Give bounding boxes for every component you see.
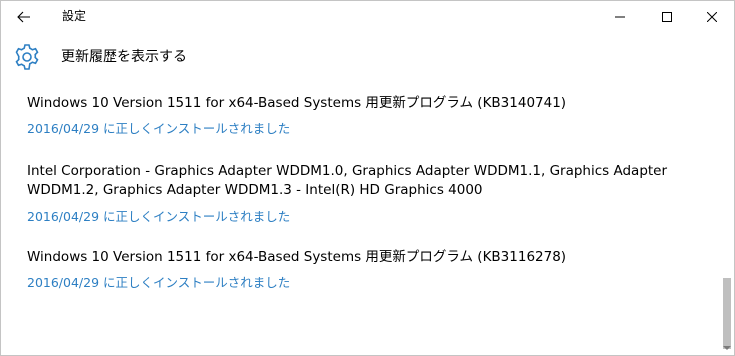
- scroll-down-arrow-icon[interactable]: [723, 344, 731, 352]
- vertical-scrollbar[interactable]: [721, 82, 733, 354]
- update-history-list: Windows 10 Version 1511 for x64-Based Sy…: [1, 82, 719, 355]
- gear-icon: [15, 44, 39, 70]
- list-item: Windows 10 Version 1511 for x64-Based Sy…: [27, 94, 687, 137]
- page-title: 更新履歴を表示する: [61, 49, 187, 65]
- window-title: 設定: [62, 9, 87, 23]
- maximize-icon: [662, 11, 672, 22]
- close-icon: [707, 11, 717, 22]
- update-status-link[interactable]: 2016/04/29 に正しくインストールされました: [27, 121, 687, 137]
- minimize-icon: [615, 16, 625, 17]
- update-title: Windows 10 Version 1511 for x64-Based Sy…: [27, 249, 567, 265]
- update-title: Windows 10 Version 1511 for x64-Based Sy…: [27, 95, 567, 111]
- update-title: Intel Corporation - Graphics Adapter WDD…: [27, 163, 668, 198]
- back-arrow-icon: [17, 11, 30, 22]
- update-status-link[interactable]: 2016/04/29 に正しくインストールされました: [27, 209, 687, 225]
- maximize-button[interactable]: [644, 1, 690, 32]
- title-bar: 設定: [1, 1, 734, 32]
- list-item: Intel Corporation - Graphics Adapter WDD…: [27, 162, 687, 225]
- minimize-button[interactable]: [597, 1, 643, 32]
- page-header: 更新履歴を表示する: [1, 32, 734, 82]
- back-button[interactable]: [1, 1, 47, 32]
- update-status-link[interactable]: 2016/04/29 に正しくインストールされました: [27, 275, 687, 291]
- scrollbar-thumb[interactable]: [723, 278, 731, 349]
- close-button[interactable]: [689, 1, 734, 32]
- settings-window: 設定 更新履歴を表示する Windows 10 Version 1511 for…: [0, 0, 735, 356]
- list-item: Windows 10 Version 1511 for x64-Based Sy…: [27, 248, 687, 291]
